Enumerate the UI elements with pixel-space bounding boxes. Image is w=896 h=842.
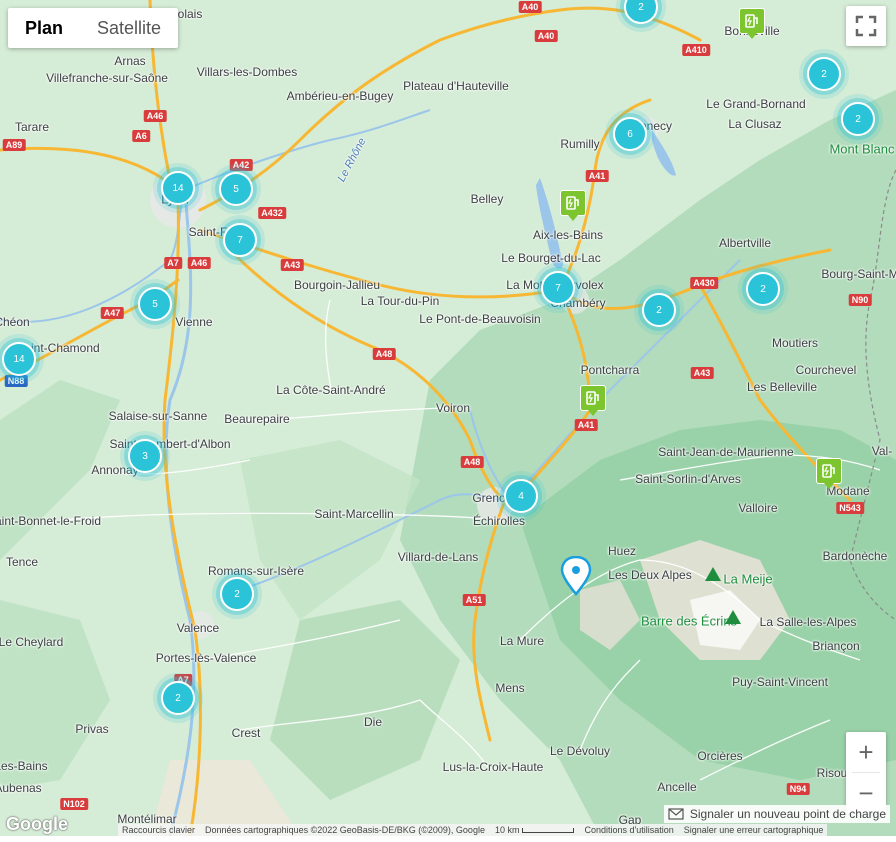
cluster-count: 7 [555, 282, 561, 294]
road-shield: A46 [143, 110, 167, 122]
road-shield: A430 [690, 277, 718, 289]
map-footer: Raccourcis clavier Données cartographiqu… [118, 824, 828, 836]
mail-icon [668, 808, 684, 820]
map-terrain [0, 0, 896, 836]
map-type-control: Plan Satellite [8, 8, 179, 48]
road-shield: A41 [574, 419, 598, 431]
road-shield: N94 [786, 783, 810, 795]
station-cluster[interactable]: 2 [161, 681, 195, 715]
road-shield: A40 [534, 30, 558, 42]
road-shield: A410 [682, 44, 710, 56]
station-cluster[interactable]: 2 [841, 102, 875, 136]
cluster-count: 5 [233, 183, 239, 195]
road-shield: A48 [372, 348, 396, 360]
station-cluster[interactable]: 2 [220, 577, 254, 611]
road-shield: A43 [280, 259, 304, 271]
road-shield: A43 [690, 367, 714, 379]
cluster-count: 6 [627, 128, 633, 140]
terms-link[interactable]: Conditions d'utilisation [584, 825, 673, 835]
station-cluster[interactable]: 5 [219, 172, 253, 206]
charging-station-icon[interactable] [739, 8, 765, 39]
station-cluster[interactable]: 14 [161, 171, 195, 205]
station-cluster[interactable]: 2 [642, 293, 676, 327]
cluster-count: 2 [656, 304, 662, 316]
zoom-control: + − [846, 732, 886, 813]
station-cluster[interactable]: 4 [504, 479, 538, 513]
road-shield: A46 [187, 257, 211, 269]
station-cluster[interactable]: 2 [807, 57, 841, 91]
cluster-count: 2 [855, 113, 861, 125]
cluster-count: 2 [821, 68, 827, 80]
road-shield: A7 [164, 257, 182, 269]
road-shield: N88 [4, 375, 28, 387]
mountain-peak-icon [705, 567, 721, 581]
scale-line [522, 827, 575, 833]
satellite-button[interactable]: Satellite [80, 8, 178, 48]
charging-station-icon[interactable] [816, 458, 842, 489]
zoom-in-button[interactable]: + [846, 732, 886, 772]
cluster-count: 14 [172, 182, 184, 194]
road-shield: A89 [2, 139, 26, 151]
road-shield: A51 [462, 594, 486, 606]
charging-station-icon[interactable] [580, 385, 606, 416]
road-shield: N90 [848, 294, 872, 306]
road-shield: A42 [229, 159, 253, 171]
plan-button[interactable]: Plan [8, 8, 80, 48]
keyboard-shortcuts-link[interactable]: Raccourcis clavier [122, 825, 195, 835]
road-shield: N543 [836, 502, 864, 514]
road-shield: A432 [258, 207, 286, 219]
report-charger-link[interactable]: Signaler un nouveau point de charge [663, 805, 890, 823]
cluster-count: 7 [237, 234, 243, 246]
fullscreen-button[interactable] [846, 6, 886, 46]
road-shield: A40 [518, 1, 542, 13]
station-cluster[interactable]: 7 [541, 271, 575, 305]
road-shield: N102 [60, 798, 88, 810]
cluster-count: 14 [13, 353, 25, 365]
road-shield: A47 [100, 307, 124, 319]
report-label: Signaler un nouveau point de charge [689, 807, 886, 821]
location-pin-icon[interactable] [559, 555, 593, 601]
cluster-count: 3 [142, 450, 148, 462]
road-shield: A41 [585, 170, 609, 182]
station-cluster[interactable]: 2 [746, 272, 780, 306]
station-cluster[interactable]: 14 [2, 342, 36, 376]
cluster-count: 5 [152, 298, 158, 310]
cluster-count: 2 [175, 692, 181, 704]
station-cluster[interactable]: 7 [223, 223, 257, 257]
station-cluster[interactable]: 3 [128, 439, 162, 473]
charging-station-icon[interactable] [560, 190, 586, 221]
map-canvas[interactable]: Jolais Arnas Villefranche-sur-Saône Villars… [0, 0, 896, 836]
cluster-count: 2 [234, 588, 240, 600]
google-logo[interactable]: Google [6, 814, 68, 835]
cluster-count: 2 [760, 283, 766, 295]
station-cluster[interactable]: 6 [613, 117, 647, 151]
scale-bar[interactable]: 10 km [495, 825, 575, 835]
cluster-count: 4 [518, 490, 524, 502]
map-data-attribution: Données cartographiques ©2022 GeoBasis-D… [205, 825, 485, 835]
mountain-peak-icon [725, 610, 741, 624]
cluster-count: 2 [638, 1, 644, 13]
report-error-link[interactable]: Signaler une erreur cartographique [684, 825, 824, 835]
road-shield: A48 [460, 456, 484, 468]
station-cluster[interactable]: 5 [138, 287, 172, 321]
fullscreen-icon [855, 15, 877, 37]
road-shield: A6 [132, 130, 150, 142]
scale-label: 10 km [494, 825, 520, 835]
